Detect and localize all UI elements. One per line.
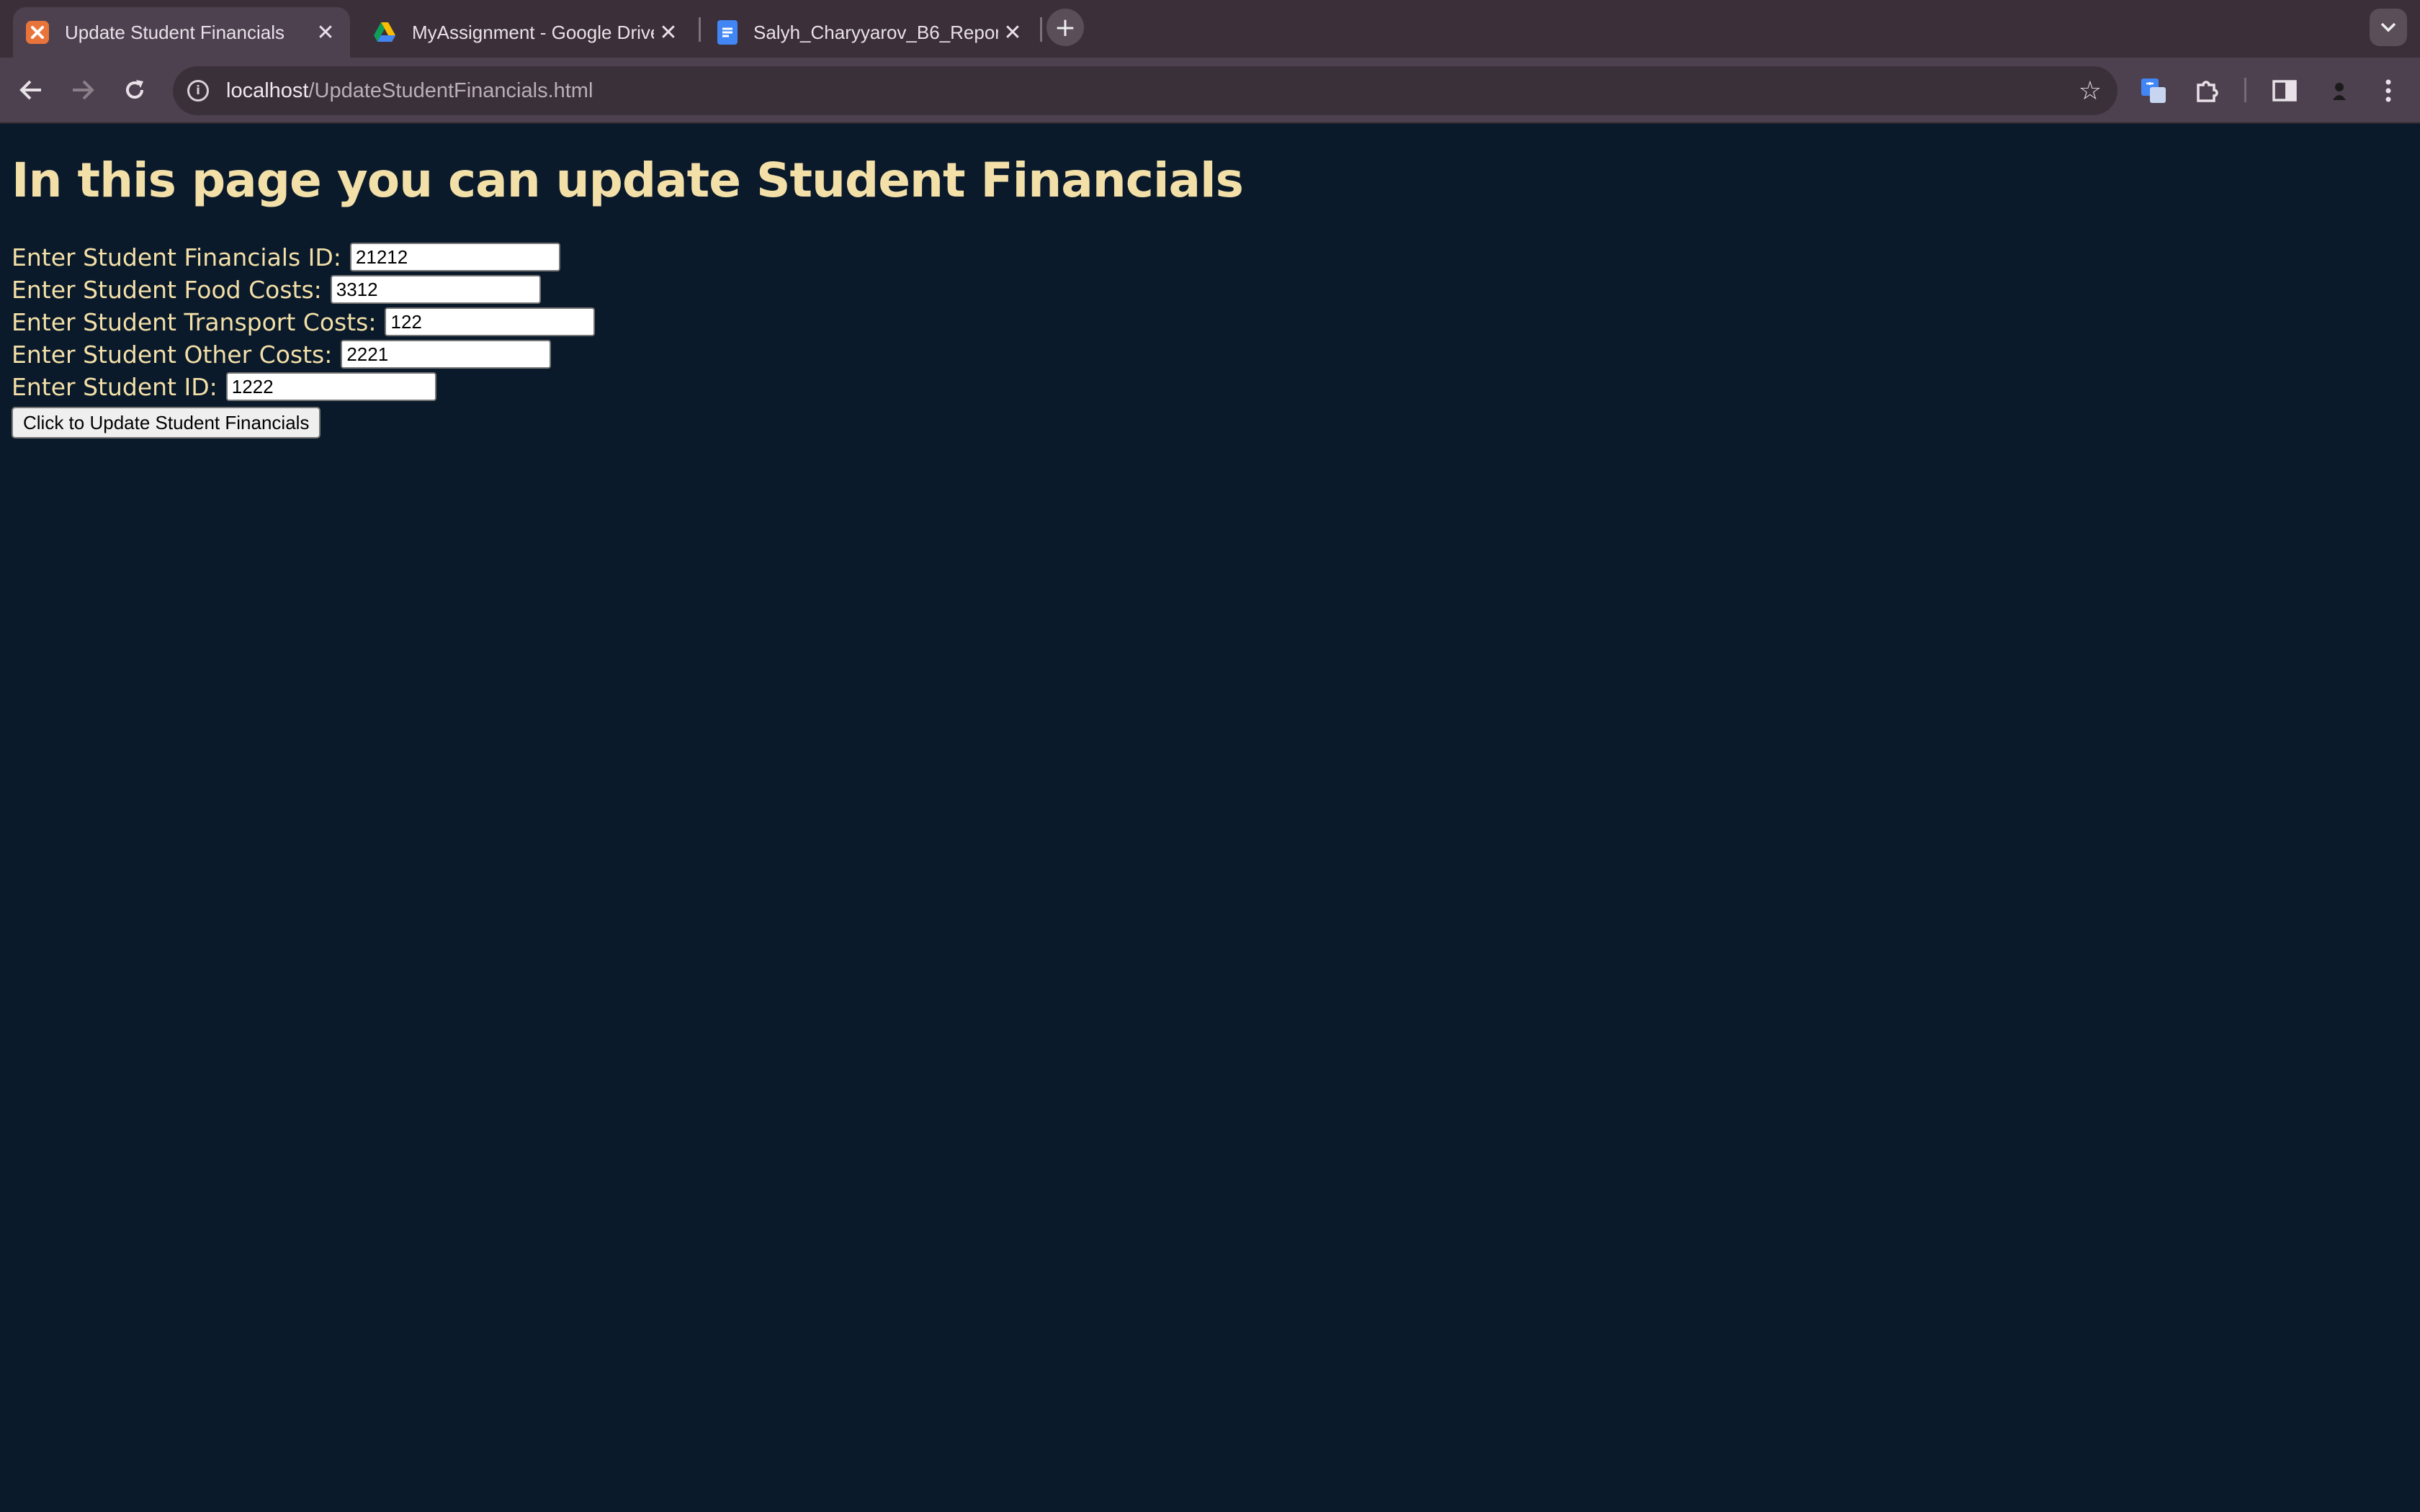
side-panel-icon[interactable]	[2266, 72, 2303, 109]
food-costs-input[interactable]	[330, 275, 541, 304]
forward-button[interactable]	[65, 72, 101, 108]
transport-costs-input[interactable]	[385, 307, 596, 336]
tab-strip: Update Student Financials ✕ MyAssignment…	[0, 0, 2420, 58]
bookmark-star-icon[interactable]: ☆	[2079, 76, 2102, 106]
arrow-left-icon	[19, 80, 41, 100]
tab-update-student-financials[interactable]: Update Student Financials ✕	[13, 7, 350, 58]
update-student-financials-button[interactable]: Click to Update Student Financials	[12, 407, 321, 438]
student-id-label: Enter Student ID:	[12, 372, 218, 401]
tab-separator	[1040, 17, 1042, 42]
tab-my-assignment[interactable]: MyAssignment - Google Drive ✕	[360, 7, 693, 58]
chevron-down-icon	[2380, 22, 2396, 32]
browser-toolbar: i localhost/UpdateStudentFinancials.html…	[0, 58, 2420, 124]
google-docs-icon	[717, 20, 738, 45]
google-translate-icon[interactable]	[2135, 72, 2172, 109]
toolbar-divider	[2244, 78, 2246, 102]
url-text: localhost/UpdateStudentFinancials.html	[226, 78, 593, 102]
tab-title: Salyh_Charyyarov_B6_Report	[753, 21, 998, 43]
reload-icon	[126, 80, 143, 99]
page-content: In this page you can update Student Fina…	[0, 124, 2420, 1512]
financials-id-label: Enter Student Financials ID:	[12, 243, 341, 271]
tab-separator	[699, 17, 701, 42]
address-bar[interactable]: i localhost/UpdateStudentFinancials.html…	[173, 66, 2118, 115]
extensions-puzzle-icon[interactable]	[2188, 72, 2226, 109]
new-tab-button[interactable]: +	[1047, 9, 1084, 46]
profile-avatar[interactable]	[2321, 72, 2358, 109]
menu-kebab-icon[interactable]	[2370, 72, 2407, 109]
arrow-right-icon	[73, 80, 94, 100]
transport-costs-label: Enter Student Transport Costs:	[12, 307, 377, 336]
tab-title: MyAssignment - Google Drive	[412, 21, 654, 43]
close-tab-icon[interactable]: ✕	[654, 18, 683, 47]
page-title: In this page you can update Student Fina…	[12, 153, 1244, 208]
site-info-icon[interactable]: i	[187, 80, 209, 102]
transport-costs-row: Enter Student Transport Costs:	[12, 307, 596, 336]
other-costs-input[interactable]	[341, 340, 552, 369]
xampp-icon	[26, 21, 49, 44]
other-costs-row: Enter Student Other Costs:	[12, 340, 552, 369]
financials-id-input[interactable]	[349, 243, 560, 271]
student-id-input[interactable]	[225, 372, 436, 401]
food-costs-label: Enter Student Food Costs:	[12, 275, 322, 304]
google-drive-icon	[373, 21, 396, 44]
reload-button[interactable]	[117, 72, 153, 108]
student-id-row: Enter Student ID:	[12, 372, 436, 401]
tab-title: Update Student Financials	[65, 21, 284, 43]
back-button[interactable]	[13, 72, 49, 108]
tab-search-button[interactable]	[2370, 9, 2407, 46]
food-costs-row: Enter Student Food Costs:	[12, 275, 541, 304]
tab-report[interactable]: Salyh_Charyyarov_B6_Report ✕	[704, 7, 1037, 58]
close-tab-icon[interactable]: ✕	[311, 18, 340, 47]
financials-id-row: Enter Student Financials ID:	[12, 243, 560, 271]
close-tab-icon[interactable]: ✕	[998, 18, 1027, 47]
other-costs-label: Enter Student Other Costs:	[12, 340, 333, 369]
